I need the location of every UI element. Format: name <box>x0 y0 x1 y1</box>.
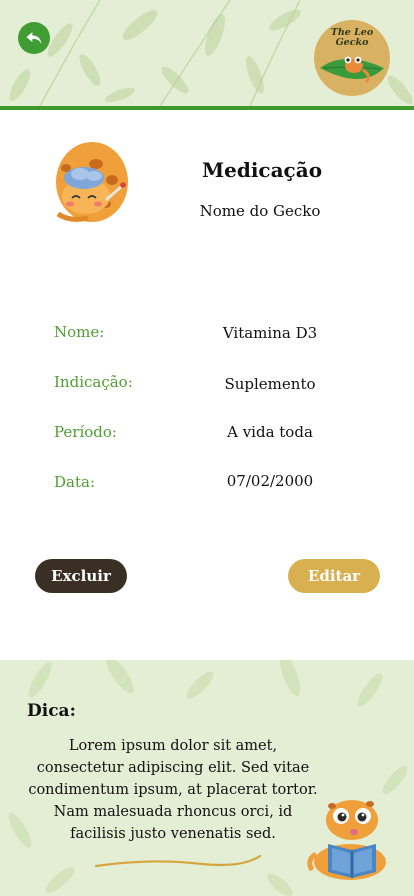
header-bar: The Leo Gecko <box>0 0 414 106</box>
reading-gecko-illustration <box>307 800 386 880</box>
field-value-indication: Suplemento <box>224 375 316 393</box>
field-label-name: Nome: <box>54 323 105 341</box>
tip-panel: Dica: Lorem ipsum dolor sit amet, consec… <box>0 660 414 896</box>
tip-text: Lorem ipsum dolor sit amet, consectetur … <box>28 738 318 842</box>
edit-button[interactable]: Editar <box>288 559 380 593</box>
leaf-gecko-icon <box>320 56 384 84</box>
header-divider <box>0 106 414 110</box>
field-label-period: Período: <box>54 423 117 441</box>
tip-title: Dica: <box>27 701 76 721</box>
field-label-indication: Indicação: <box>54 373 133 391</box>
gecko-name: Nome do Gecko <box>199 202 321 220</box>
field-value-date: 07/02/2000 <box>226 472 314 490</box>
page-title: Medicação <box>201 158 323 182</box>
back-button[interactable] <box>18 22 50 54</box>
sick-gecko-illustration <box>56 142 128 222</box>
field-value-name: Vitamina D3 <box>222 324 318 342</box>
delete-button[interactable]: Excluir <box>35 559 127 593</box>
field-value-period: A vida toda <box>227 423 313 441</box>
field-label-date: Data: <box>54 473 95 491</box>
back-arrow-icon <box>26 32 42 44</box>
decorative-underline <box>94 854 262 868</box>
app-logo: The Leo Gecko <box>314 20 390 96</box>
